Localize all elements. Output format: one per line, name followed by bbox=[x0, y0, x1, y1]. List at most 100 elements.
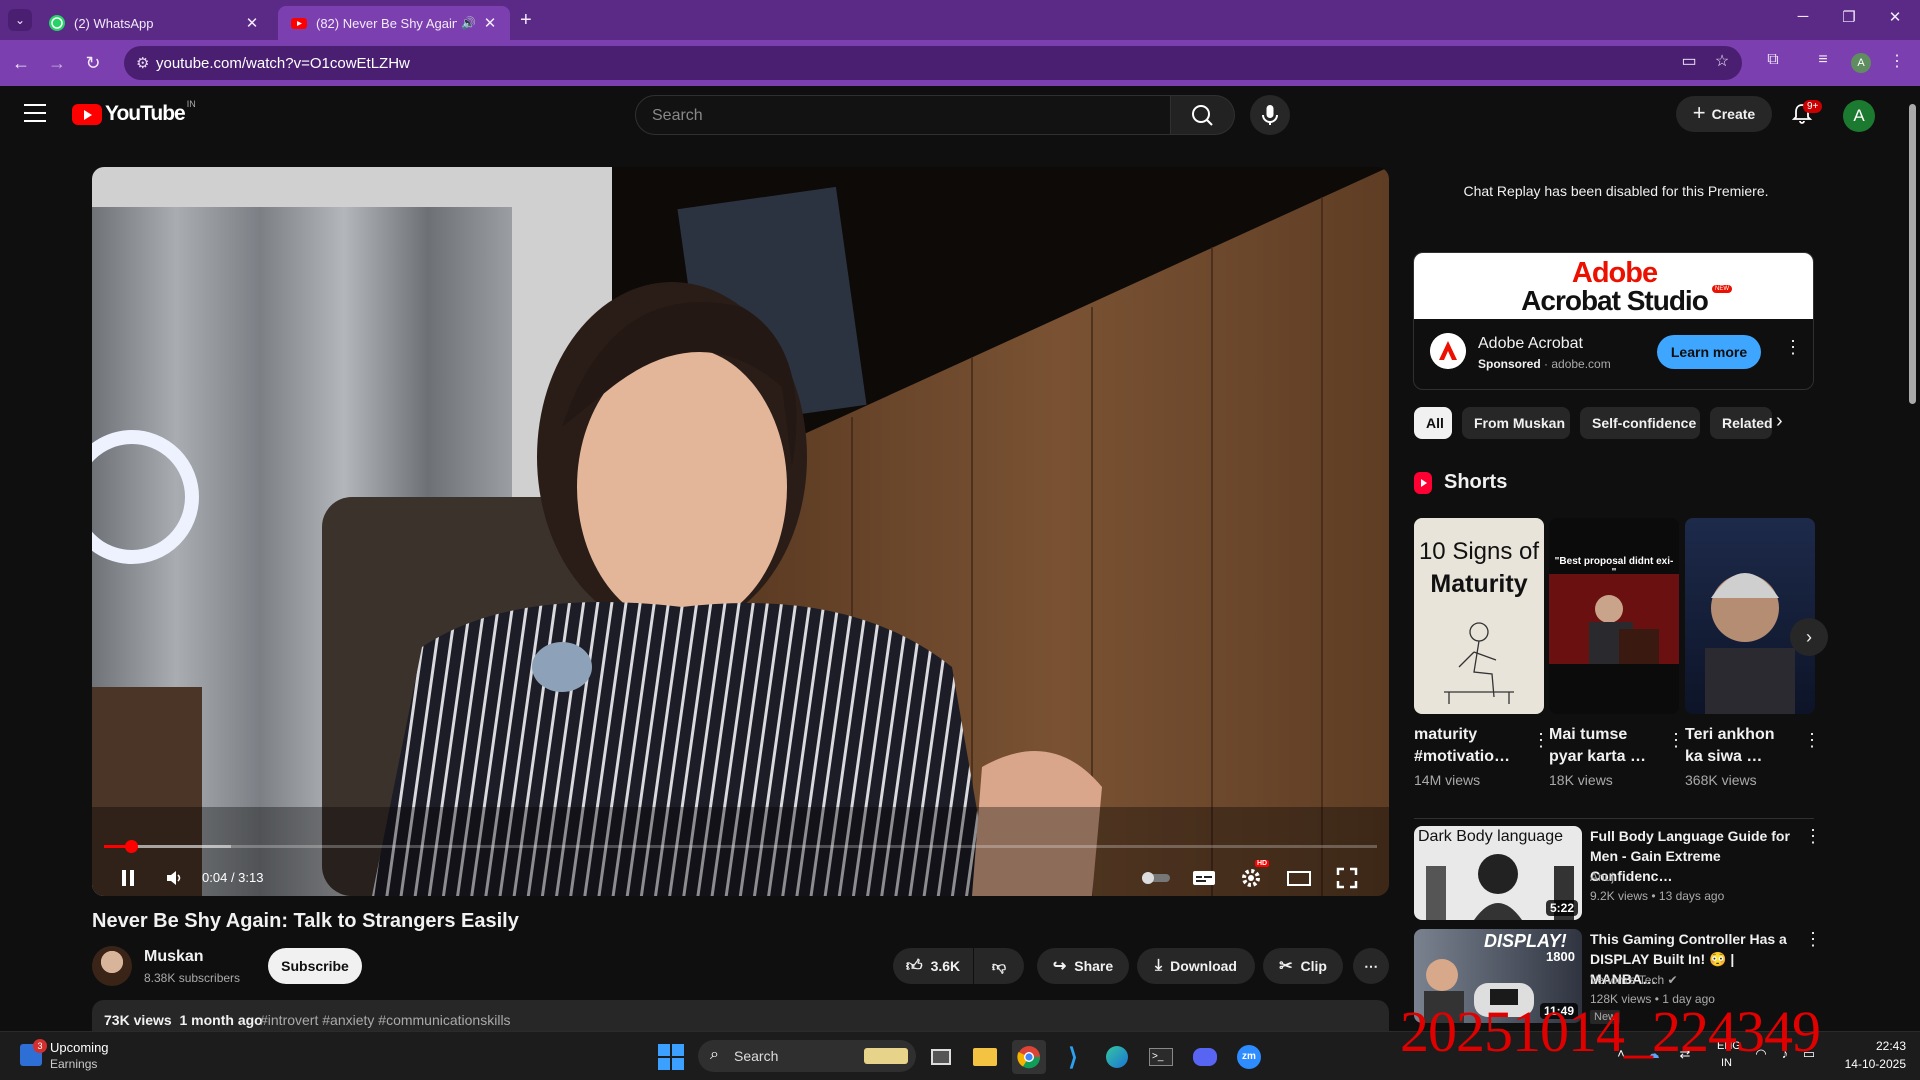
clip-button[interactable]: ✂ Clip bbox=[1263, 948, 1343, 984]
progress-scrubber[interactable] bbox=[124, 840, 138, 853]
short-card[interactable]: "Best proposal didnt exi-" Mai tumse pya… bbox=[1549, 518, 1685, 788]
more-actions-button[interactable]: ⋯ bbox=[1353, 948, 1389, 984]
tab-whatsapp[interactable]: (2) WhatsApp ✕ bbox=[36, 6, 272, 40]
short-thumbnail[interactable] bbox=[1685, 518, 1815, 714]
shorts-next-button[interactable]: › bbox=[1790, 618, 1828, 656]
download-icon: ⤓ bbox=[1155, 957, 1163, 974]
hashtags[interactable]: #introvert #anxiety #communicationskills bbox=[260, 1012, 511, 1028]
tab-search-dropdown[interactable]: ⌄ bbox=[8, 9, 32, 31]
download-button[interactable]: ⤓ Download bbox=[1137, 948, 1255, 984]
learn-more-button[interactable]: Learn more bbox=[1657, 335, 1761, 369]
video-thumbnail[interactable]: Dark Body language 5:22 bbox=[1414, 826, 1582, 920]
create-button[interactable]: + Create bbox=[1676, 96, 1772, 132]
browser-profile-avatar[interactable]: A bbox=[1851, 53, 1871, 73]
zoom-icon[interactable]: zm bbox=[1232, 1040, 1266, 1074]
menu-icon[interactable] bbox=[24, 104, 46, 122]
more-vertical-icon[interactable]: ⋮ bbox=[1804, 929, 1822, 950]
short-card[interactable]: 10 Signs of Maturity maturity #motivatio… bbox=[1414, 518, 1550, 788]
speaker-photo bbox=[1549, 574, 1679, 664]
chip-from-muskan[interactable]: From Muskan bbox=[1462, 407, 1570, 439]
new-tab-button[interactable]: + bbox=[520, 9, 532, 32]
ad-more-icon[interactable]: ⋮ bbox=[1784, 337, 1802, 358]
speaker-icon[interactable]: 🔊 bbox=[461, 16, 476, 30]
omnibox[interactable]: ⚙ youtube.com/watch?v=O1cowEtLZHw bbox=[124, 46, 1742, 80]
site-info-icon[interactable]: ⚙ bbox=[136, 54, 149, 72]
youtube-header: YouTube IN Search + Create 9+ A bbox=[0, 86, 1905, 142]
more-vertical-icon[interactable]: ⋮ bbox=[1804, 826, 1822, 847]
file-explorer-icon[interactable] bbox=[968, 1040, 1002, 1074]
channel-name[interactable]: Muskan bbox=[144, 948, 204, 966]
close-tab-icon[interactable]: ✕ bbox=[480, 14, 500, 32]
ad-banner[interactable]: Adobe Acrobat Studio NEW bbox=[1414, 253, 1813, 319]
bookmark-star-icon[interactable]: ☆ bbox=[1711, 51, 1733, 73]
video-title[interactable]: Full Body Language Guide for Men - Gain … bbox=[1590, 826, 1796, 886]
theater-mode-icon bbox=[1287, 871, 1311, 886]
clock-time[interactable]: 22:43 bbox=[1836, 1039, 1906, 1053]
page-scrollbar[interactable] bbox=[1905, 86, 1920, 1031]
recommendation-item[interactable]: Dark Body language 5:22 Full Body Langua… bbox=[1414, 826, 1822, 922]
short-thumbnail[interactable]: "Best proposal didnt exi-" bbox=[1549, 518, 1679, 714]
microphone-icon bbox=[1262, 105, 1278, 125]
close-tab-icon[interactable]: ✕ bbox=[242, 14, 262, 32]
theater-mode-button[interactable] bbox=[1281, 860, 1317, 896]
search-input[interactable]: Search bbox=[635, 95, 1171, 135]
settings-button[interactable]: HD bbox=[1233, 860, 1270, 896]
more-vertical-icon[interactable]: ⋮ bbox=[1667, 730, 1685, 751]
vscode-icon[interactable]: ⟩ bbox=[1056, 1040, 1090, 1074]
youtube-play-icon bbox=[72, 103, 102, 125]
channel-name[interactable]: Anuj bbox=[1590, 870, 1614, 884]
forward-button[interactable]: → bbox=[44, 50, 70, 76]
close-window-button[interactable]: ✕ bbox=[1872, 8, 1918, 26]
minimize-button[interactable]: ─ bbox=[1780, 8, 1826, 25]
chip-related[interactable]: Related bbox=[1710, 407, 1772, 439]
media-controls-icon[interactable]: ≡ bbox=[1812, 51, 1834, 73]
short-title[interactable]: maturity #motivatio… bbox=[1414, 724, 1514, 768]
more-vertical-icon[interactable]: ⋮ bbox=[1803, 730, 1821, 751]
reload-button[interactable]: ↻ bbox=[80, 50, 106, 76]
more-vertical-icon[interactable]: ⋮ bbox=[1532, 730, 1550, 751]
dislike-button[interactable]: 👎︎ bbox=[974, 948, 1024, 984]
terminal-icon[interactable]: >_ bbox=[1144, 1040, 1178, 1074]
edge-icon[interactable] bbox=[1100, 1040, 1134, 1074]
progress-bar[interactable] bbox=[104, 840, 1377, 853]
restore-button[interactable]: ❐ bbox=[1826, 8, 1872, 26]
channel-avatar[interactable] bbox=[92, 946, 132, 986]
task-view-icon[interactable] bbox=[924, 1040, 958, 1074]
chevron-right-icon[interactable]: › bbox=[1776, 410, 1783, 433]
share-button[interactable]: ↪ Share bbox=[1037, 948, 1129, 984]
short-thumbnail[interactable]: 10 Signs of Maturity bbox=[1414, 518, 1544, 714]
taskbar-search[interactable]: ⌕ Search bbox=[698, 1040, 916, 1072]
chip-self-confidence[interactable]: Self-confidence bbox=[1580, 407, 1700, 439]
install-app-icon[interactable]: ▭ bbox=[1678, 51, 1700, 73]
fullscreen-button[interactable] bbox=[1329, 860, 1365, 896]
pause-button[interactable] bbox=[110, 860, 146, 896]
chrome-icon[interactable] bbox=[1012, 1040, 1046, 1074]
video-player[interactable]: 0:04 / 3:13 HD bbox=[92, 167, 1389, 896]
share-label: Share bbox=[1074, 958, 1114, 974]
mute-button[interactable] bbox=[156, 860, 192, 896]
clock-date[interactable]: 14-10-2025 bbox=[1836, 1057, 1906, 1071]
subtitles-button[interactable] bbox=[1186, 860, 1222, 896]
discord-icon[interactable] bbox=[1188, 1040, 1222, 1074]
short-title[interactable]: Mai tumse pyar karta … bbox=[1549, 724, 1649, 768]
chrome-menu-icon[interactable]: ⋮ bbox=[1886, 51, 1908, 73]
voice-search-button[interactable] bbox=[1250, 95, 1290, 135]
sponsored-ad-card[interactable]: Adobe Acrobat Studio NEW Adobe Acrobat S… bbox=[1413, 252, 1814, 390]
like-button[interactable]: 👍︎ 3.6K bbox=[893, 948, 973, 984]
short-title[interactable]: Teri ankhon ka siwa … bbox=[1685, 724, 1785, 768]
back-button[interactable]: ← bbox=[8, 50, 34, 76]
windows-start-icon[interactable] bbox=[658, 1044, 684, 1070]
youtube-logo[interactable]: YouTube IN bbox=[72, 99, 196, 126]
extensions-icon[interactable]: ⧉ bbox=[1762, 51, 1784, 73]
scrollbar-thumb[interactable] bbox=[1909, 104, 1916, 404]
subscribe-button[interactable]: Subscribe bbox=[268, 948, 362, 984]
short-card[interactable]: Teri ankhon ka siwa … 368K views ⋮ bbox=[1685, 518, 1821, 788]
advertiser-name[interactable]: Adobe Acrobat bbox=[1478, 335, 1583, 353]
channel-name[interactable]: Venom's Tech ✔ bbox=[1590, 973, 1678, 987]
search-highlight-icon bbox=[864, 1048, 908, 1064]
account-avatar[interactable]: A bbox=[1843, 100, 1875, 132]
autoplay-toggle[interactable] bbox=[1138, 860, 1174, 896]
tab-youtube[interactable]: (82) Never Be Shy Again: Talk to Strange… bbox=[278, 6, 510, 40]
chip-all[interactable]: All bbox=[1414, 407, 1452, 439]
search-button[interactable] bbox=[1171, 95, 1235, 135]
